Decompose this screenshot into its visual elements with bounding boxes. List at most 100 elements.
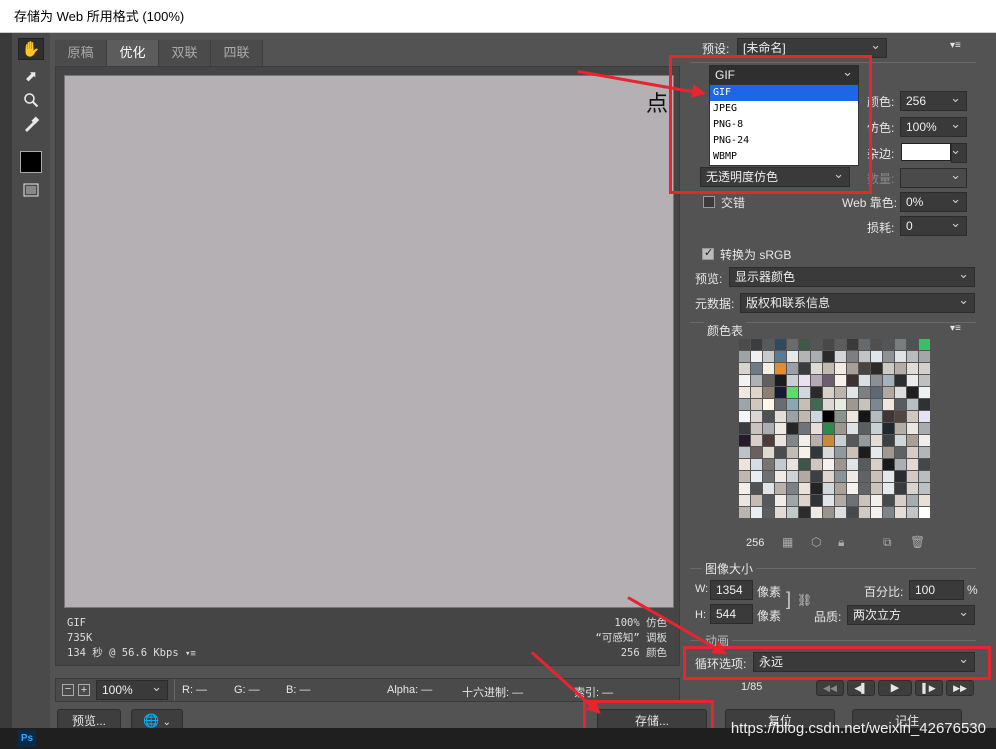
color-swatch[interactable] [847,495,859,507]
color-swatch[interactable] [823,507,835,519]
preview-select[interactable]: 显示器颜色 [729,265,975,287]
color-swatch[interactable] [847,387,859,399]
color-swatch[interactable] [751,423,763,435]
color-swatch[interactable] [811,435,823,447]
color-swatch[interactable] [883,423,895,435]
color-swatch[interactable] [739,459,751,471]
color-swatch[interactable] [907,435,919,447]
web-shift-icon[interactable]: ⬡ [811,535,821,549]
color-swatch[interactable] [763,387,775,399]
map-transparent-icon[interactable]: ▦ [782,535,793,549]
color-swatch[interactable] [907,411,919,423]
color-swatch[interactable] [895,507,907,519]
color-swatch[interactable] [787,435,799,447]
color-swatch[interactable] [859,339,871,351]
color-swatch[interactable] [811,471,823,483]
color-swatch[interactable] [847,423,859,435]
color-swatch[interactable] [835,387,847,399]
color-swatch[interactable] [907,399,919,411]
color-swatch[interactable] [739,363,751,375]
color-swatch[interactable] [799,459,811,471]
color-swatch[interactable] [811,351,823,363]
color-swatch[interactable] [823,459,835,471]
color-swatch[interactable] [823,423,835,435]
color-swatch[interactable] [751,495,763,507]
color-swatch[interactable] [907,471,919,483]
color-swatch[interactable] [799,411,811,423]
color-swatch[interactable] [835,351,847,363]
color-swatch[interactable] [859,471,871,483]
color-swatch[interactable] [919,507,931,519]
color-swatch[interactable] [919,339,931,351]
color-swatch[interactable] [787,459,799,471]
photoshop-icon[interactable]: Ps [18,730,36,747]
color-swatch[interactable] [763,495,775,507]
color-swatch[interactable] [859,447,871,459]
color-swatch[interactable] [811,363,823,375]
color-swatch[interactable] [883,363,895,375]
color-swatch[interactable] [907,387,919,399]
color-swatch[interactable] [895,423,907,435]
color-swatch[interactable] [811,507,823,519]
color-swatch[interactable] [847,339,859,351]
color-swatch[interactable] [871,483,883,495]
color-swatch[interactable] [895,339,907,351]
color-swatch[interactable] [883,399,895,411]
color-swatch[interactable] [739,351,751,363]
color-swatch[interactable] [799,447,811,459]
last-frame-button[interactable]: ▶▶ [946,680,974,696]
color-swatch[interactable] [799,471,811,483]
color-swatch[interactable] [811,375,823,387]
color-swatch[interactable] [751,363,763,375]
color-swatch[interactable] [883,375,895,387]
color-swatch[interactable] [763,411,775,423]
color-swatch[interactable] [835,411,847,423]
color-swatch[interactable] [871,423,883,435]
color-swatch[interactable] [811,387,823,399]
color-swatch[interactable] [751,507,763,519]
color-swatch[interactable] [859,423,871,435]
color-swatch[interactable] [823,447,835,459]
prev-frame-button[interactable]: ◀▌ [847,680,875,696]
color-swatch[interactable] [787,375,799,387]
color-swatch[interactable] [811,423,823,435]
color-swatch[interactable] [871,375,883,387]
color-swatch[interactable] [787,483,799,495]
color-swatch[interactable] [895,435,907,447]
color-swatch[interactable] [775,459,787,471]
color-swatch[interactable] [787,387,799,399]
color-swatch[interactable] [775,339,787,351]
color-swatch[interactable] [775,495,787,507]
color-swatch[interactable] [859,483,871,495]
color-swatch[interactable] [811,483,823,495]
color-swatch[interactable] [763,459,775,471]
color-swatch[interactable] [739,507,751,519]
image-canvas[interactable] [64,75,674,608]
color-swatch[interactable] [823,495,835,507]
color-swatch[interactable] [847,363,859,375]
color-swatch[interactable] [799,507,811,519]
color-swatch[interactable] [871,459,883,471]
color-swatch[interactable] [907,351,919,363]
color-swatch[interactable] [787,399,799,411]
color-swatch[interactable] [763,507,775,519]
color-swatch[interactable] [763,471,775,483]
color-swatch[interactable] [907,363,919,375]
color-swatch[interactable] [775,363,787,375]
color-swatch[interactable] [751,399,763,411]
tab-4up[interactable]: 四联 [211,40,263,66]
color-swatch[interactable] [919,459,931,471]
color-swatch[interactable] [895,399,907,411]
color-swatch[interactable] [919,387,931,399]
link-constrain-icon[interactable]: ] [786,589,791,610]
color-swatch[interactable] [775,435,787,447]
color-swatch[interactable] [883,339,895,351]
color-swatch[interactable] [835,399,847,411]
color-swatch[interactable] [823,339,835,351]
color-swatch[interactable] [907,339,919,351]
color-swatch[interactable] [763,363,775,375]
color-swatch[interactable] [811,339,823,351]
color-swatch[interactable] [763,339,775,351]
color-swatch[interactable] [811,447,823,459]
color-swatch[interactable] [835,495,847,507]
